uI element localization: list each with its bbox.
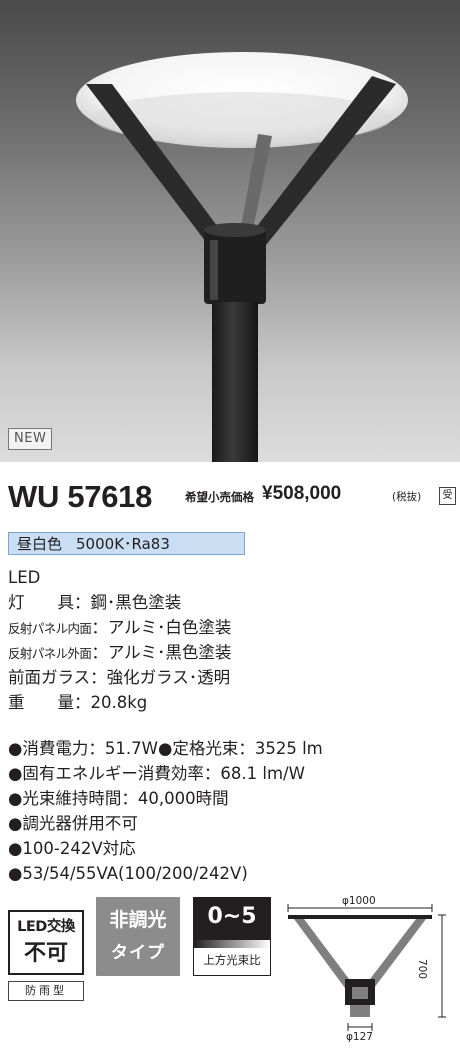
spec-row: 反射パネル外面：アルミ･黒色塗装 <box>8 641 231 666</box>
upward-ratio-caption: 上方光束比 <box>203 953 261 967</box>
tax-note: (税抜) <box>392 491 422 503</box>
spec-label: 前面ガラス <box>8 668 91 687</box>
spec-value: ：鋼･黒色塗装 <box>74 593 182 612</box>
height-dimension: 700 <box>416 959 428 980</box>
spec-value: ：20.8kg <box>74 693 148 712</box>
spec-row: 前面ガラス：強化ガラス･透明 <box>8 666 230 690</box>
spec-row: 灯 具：鋼･黒色塗装 <box>8 591 181 615</box>
dimension-drawing: φ1000 700 φ127 <box>282 895 458 1049</box>
spec-row: 重 量：20.8kg <box>8 691 147 715</box>
ratio-gradient-bar <box>194 940 270 948</box>
model-price-row: WU 57618 希望小売価格 ¥508,000 (税抜) 受 <box>8 479 456 514</box>
pole-diameter: φ127 <box>346 1031 373 1043</box>
light-source: LED <box>8 568 41 587</box>
color-name: 昼白色 <box>17 535 63 553</box>
weatherproof-badge: 防雨型 <box>8 981 84 1001</box>
spec-label: 灯 具 <box>8 593 74 612</box>
spec-label: 重 量 <box>8 693 74 712</box>
spec-label: 反射パネル内面 <box>8 621 92 636</box>
pole <box>212 302 258 462</box>
spec-row: 反射パネル内面：アルミ･白色塗装 <box>8 616 231 641</box>
spec-value: ：アルミ･白色塗装 <box>91 618 232 637</box>
spec-label: 反射パネル外面 <box>8 646 92 661</box>
feature-item: ●調光器併用不可 <box>8 814 138 833</box>
feature-item: ●53/54/55VA(100/200/242V) <box>8 864 248 883</box>
non-dimmable-badge: 非調光 タイプ <box>96 897 180 976</box>
non-dimmable-label: 非調光 <box>109 909 167 931</box>
spec-value: ：強化ガラス･透明 <box>90 668 231 687</box>
width-dimension: φ1000 <box>340 895 378 907</box>
upward-ratio-value: 0~5 <box>194 898 270 940</box>
color-temperature-chip: 昼白色 5000K･Ra83 <box>8 532 245 555</box>
price-value: ¥508,000 <box>262 483 342 504</box>
led-replacement-label: LED交換 <box>17 919 75 935</box>
led-replacement-badge: LED交換 不可 <box>8 910 84 975</box>
upward-light-ratio-badge: 0~5 上方光束比 <box>193 897 271 976</box>
color-temp-cri: 5000K･Ra83 <box>76 535 170 553</box>
order-badge: 受 <box>439 487 456 505</box>
non-dimmable-type: タイプ <box>111 943 165 963</box>
led-replacement-value: 不可 <box>23 941 68 966</box>
spec-value: ：アルミ･黒色塗装 <box>91 643 232 662</box>
model-number: WU 57618 <box>8 479 153 514</box>
lamp-illustration <box>76 52 408 462</box>
feature-item: ●100-242V対応 <box>8 839 136 858</box>
feature-item: ●光束維持時間：40,000時間 <box>8 789 229 808</box>
price-label: 希望小売価格 <box>185 490 254 504</box>
feature-list: ●消費電力：51.7W●定格光束：3525 lm ●固有エネルギー消費効率：68… <box>8 736 323 886</box>
dimension-diagram <box>287 904 446 1031</box>
feature-item: ●消費電力：51.7W●定格光束：3525 lm <box>8 739 323 758</box>
feature-item: ●固有エネルギー消費効率：68.1 lm/W <box>8 764 305 783</box>
product-photo: NEW <box>0 0 460 462</box>
new-badge: NEW <box>8 428 53 450</box>
